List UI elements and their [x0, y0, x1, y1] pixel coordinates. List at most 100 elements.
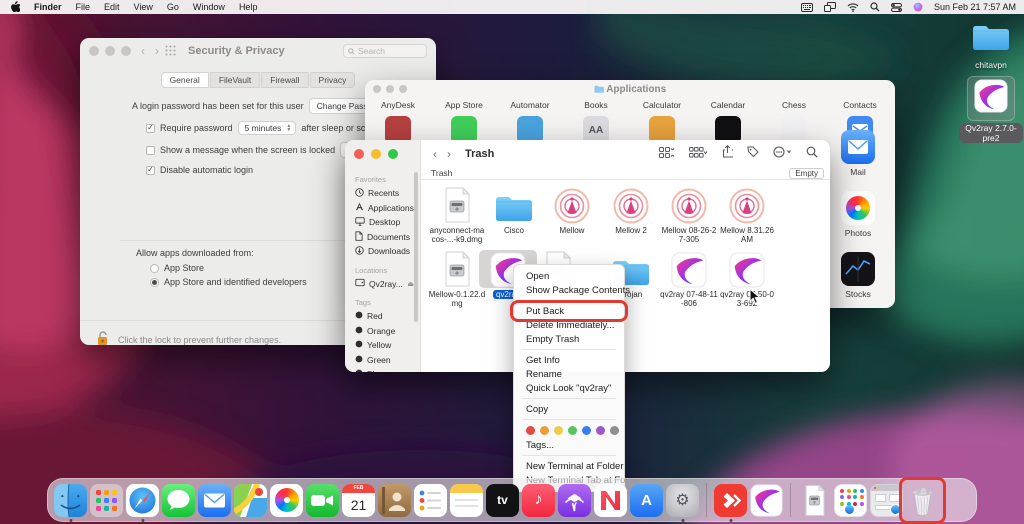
radio-1[interactable] [150, 264, 159, 273]
menu-item-copy[interactable]: Copy [514, 402, 624, 416]
app-item-stocks[interactable]: Stocks [826, 252, 890, 299]
dock-item-mail[interactable] [198, 484, 231, 517]
menu-item-show-package-contents[interactable]: Show Package Contents [514, 283, 624, 297]
close-button[interactable] [354, 149, 364, 159]
require-password-checkbox[interactable]: ✓ [146, 124, 155, 133]
menu-item-new-terminal-at-folder[interactable]: New Terminal at Folder [514, 459, 624, 473]
file-mellow[interactable]: Mellow [543, 186, 601, 235]
menu-item-delete-immediately-[interactable]: Delete Immediately... [514, 318, 624, 332]
back-icon[interactable]: ‹ [141, 44, 145, 58]
menu-item-open[interactable]: Open [514, 269, 624, 283]
tag-color-dot[interactable] [554, 426, 563, 435]
group-by-icon[interactable] [689, 145, 708, 163]
dock-item-safari[interactable] [126, 484, 159, 517]
dock-item-trash[interactable] [906, 484, 939, 517]
keyboard-input-icon[interactable] [801, 3, 813, 12]
siri-icon[interactable] [913, 2, 923, 12]
dock-item-dmg-file[interactable] [798, 484, 831, 517]
empty-trash-button[interactable]: Empty [789, 168, 824, 179]
menu-item-tags-[interactable]: Tags... [514, 438, 624, 452]
dock-item-maps[interactable] [234, 484, 267, 517]
close-button[interactable] [373, 85, 381, 93]
file-mellow-2[interactable]: Mellow 2 [602, 186, 660, 235]
view-sort-icon[interactable] [659, 145, 675, 163]
dock-item-launchpad[interactable] [90, 484, 123, 517]
app-item-mail[interactable]: Mail [826, 130, 890, 177]
desktop-icon-qv2ray-2-7-0-pre2[interactable]: Qv2ray 2.7.0-pre2 [959, 76, 1023, 146]
require-password-select[interactable]: 5 minutes ▲▼ [238, 121, 297, 135]
dock-item-messages[interactable] [162, 484, 195, 517]
zoom-button[interactable] [388, 149, 398, 159]
dock-item-anydesk[interactable] [714, 484, 747, 517]
wifi-icon[interactable] [847, 3, 859, 12]
tag-color-dot[interactable] [568, 426, 577, 435]
dock-item-contacts[interactable] [378, 484, 411, 517]
dock-item-preferences[interactable]: ⚙ [666, 484, 699, 517]
tag-color-dot[interactable] [582, 426, 591, 435]
menu-item-finder[interactable]: Finder [34, 2, 62, 12]
tag-color-dot[interactable] [540, 426, 549, 435]
minimize-button[interactable] [371, 149, 381, 159]
sidebar-item-applications[interactable]: Applications [355, 201, 414, 216]
zoom-button[interactable] [121, 46, 131, 56]
forward-icon[interactable]: › [447, 147, 451, 161]
menu-item-edit[interactable]: Edit [104, 2, 120, 12]
dock-item-window-stack[interactable] [870, 484, 903, 517]
menu-clock[interactable]: Sun Feb 21 7:57 AM [934, 2, 1016, 12]
menu-item-help[interactable]: Help [239, 2, 258, 12]
show-message-checkbox[interactable] [146, 146, 155, 155]
share-icon[interactable] [722, 145, 733, 163]
menu-item-get-info[interactable]: Get Info [514, 353, 624, 367]
tab-filevault[interactable]: FileVault [210, 72, 260, 88]
file-cisco[interactable]: Cisco [485, 186, 543, 235]
menu-item-rename[interactable]: Rename [514, 367, 624, 381]
sidebar-item-green[interactable]: Green [355, 353, 414, 368]
file-mellow-08-26-27-305[interactable]: Mellow 08-26-27-305 [660, 186, 718, 244]
desktop-icon-chitavpn[interactable]: chitavpn [959, 22, 1023, 70]
sidebar-item-red[interactable]: Red [355, 309, 414, 324]
sidebar-item-orange[interactable]: Orange [355, 324, 414, 339]
radio-2[interactable] [150, 278, 159, 287]
dock-item-news[interactable] [594, 484, 627, 517]
apple-menu-icon[interactable] [10, 0, 20, 14]
dock-item-reminders[interactable] [414, 484, 447, 517]
disable-auto-login-checkbox[interactable]: ✓ [146, 166, 155, 175]
dock-item-calendar[interactable]: FEB21 [342, 484, 375, 517]
dock-item-podcasts[interactable] [558, 484, 591, 517]
dock-item-notes[interactable] [450, 484, 483, 517]
dock-item-qv2ray[interactable] [750, 484, 783, 517]
forward-icon[interactable]: › [155, 44, 159, 58]
dock-item-finder[interactable] [54, 484, 87, 517]
file-qv2ray-07-50-03-692[interactable]: qv2ray 07-50-03-692 [718, 250, 776, 308]
zoom-button[interactable] [399, 85, 407, 93]
sidebar-scrollbar[interactable] [414, 172, 418, 322]
control-center-icon[interactable] [891, 3, 902, 12]
tag-color-dot[interactable] [610, 426, 619, 435]
sidebar-item-blue[interactable]: Blue [355, 367, 414, 372]
file-anyconnect-macos-k9-dmg[interactable]: anyconnect-macos-...-k9.dmg [428, 186, 486, 244]
tab-privacy[interactable]: Privacy [310, 72, 356, 88]
displays-icon[interactable] [824, 2, 836, 12]
search-field[interactable]: Search [343, 44, 427, 58]
dock-item-photos[interactable] [270, 484, 303, 517]
tag-color-dot[interactable] [596, 426, 605, 435]
file-mellow-8-31-26-am[interactable]: Mellow 8.31.26 AM [718, 186, 776, 244]
menu-item-view[interactable]: View [134, 2, 153, 12]
eject-icon[interactable]: ⏏ [407, 280, 414, 288]
lock-open-icon[interactable] [96, 330, 110, 345]
dock-item-appstore[interactable]: A [630, 484, 663, 517]
tag-icon[interactable] [747, 145, 759, 163]
tab-general[interactable]: General [161, 72, 209, 88]
minimize-button[interactable] [105, 46, 115, 56]
spotlight-icon[interactable] [870, 2, 880, 12]
file-mellow-0-1-22-dmg[interactable]: Mellow-0.1.22.dmg [428, 250, 486, 308]
dock-item-facetime[interactable] [306, 484, 339, 517]
menu-item-go[interactable]: Go [167, 2, 179, 12]
minimize-button[interactable] [386, 85, 394, 93]
dock-item-tv[interactable]: tv [486, 484, 519, 517]
sidebar-item-qv2ray-[interactable]: Qv2ray...⏏ [355, 277, 414, 292]
menu-item-empty-trash[interactable]: Empty Trash [514, 332, 624, 346]
menu-item-file[interactable]: File [76, 2, 91, 12]
sidebar-item-yellow[interactable]: Yellow [355, 338, 414, 353]
sidebar-item-desktop[interactable]: Desktop [355, 215, 414, 230]
